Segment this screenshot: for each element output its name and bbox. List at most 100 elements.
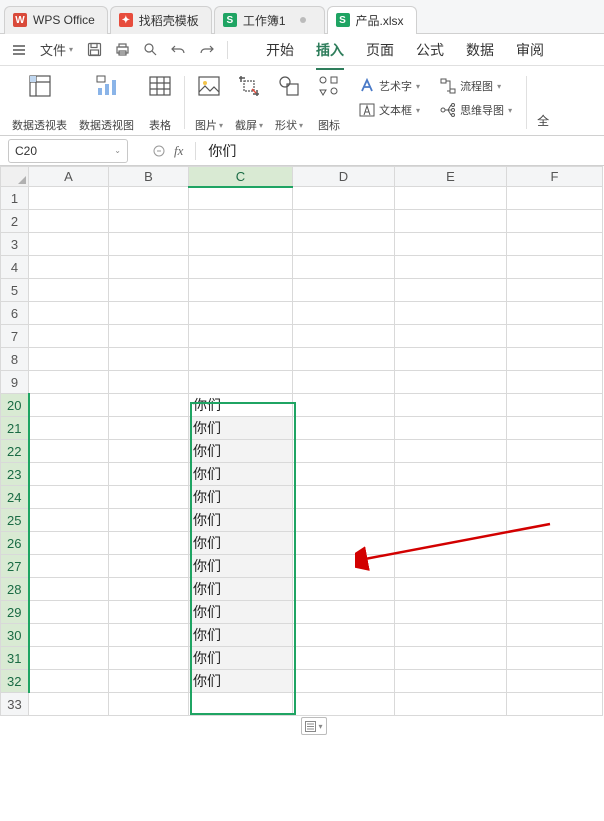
cell-C22[interactable]: 你们 bbox=[189, 440, 293, 463]
undo-button[interactable] bbox=[165, 37, 191, 63]
menu-icon[interactable] bbox=[6, 37, 32, 63]
cell-A31[interactable] bbox=[29, 647, 109, 670]
cell-B3[interactable] bbox=[109, 233, 189, 256]
cell-B28[interactable] bbox=[109, 578, 189, 601]
cell-B31[interactable] bbox=[109, 647, 189, 670]
cell-F20[interactable] bbox=[507, 394, 603, 417]
row-header-25[interactable]: 25 bbox=[1, 509, 29, 532]
screenshot-button[interactable]: 截屏▾ bbox=[229, 70, 269, 135]
ribbon-tab-review[interactable]: 审阅 bbox=[516, 36, 544, 64]
cell-A5[interactable] bbox=[29, 279, 109, 302]
row-header-1[interactable]: 1 bbox=[1, 187, 29, 210]
row-header-22[interactable]: 22 bbox=[1, 440, 29, 463]
cell-D27[interactable] bbox=[293, 555, 395, 578]
cell-A4[interactable] bbox=[29, 256, 109, 279]
cell-F21[interactable] bbox=[507, 417, 603, 440]
cell-C7[interactable] bbox=[189, 325, 293, 348]
column-header-E[interactable]: E bbox=[395, 167, 507, 187]
cell-C6[interactable] bbox=[189, 302, 293, 325]
cell-E25[interactable] bbox=[395, 509, 507, 532]
formula-bar-value[interactable]: 你们 bbox=[208, 141, 236, 161]
cell-A30[interactable] bbox=[29, 624, 109, 647]
row-header-30[interactable]: 30 bbox=[1, 624, 29, 647]
cell-F26[interactable] bbox=[507, 532, 603, 555]
print-button[interactable] bbox=[109, 37, 135, 63]
cell-C30[interactable]: 你们 bbox=[189, 624, 293, 647]
cell-E3[interactable] bbox=[395, 233, 507, 256]
cell-F6[interactable] bbox=[507, 302, 603, 325]
cell-C4[interactable] bbox=[189, 256, 293, 279]
cell-B1[interactable] bbox=[109, 187, 189, 210]
cell-A33[interactable] bbox=[29, 693, 109, 716]
cell-B29[interactable] bbox=[109, 601, 189, 624]
cell-B5[interactable] bbox=[109, 279, 189, 302]
cell-A25[interactable] bbox=[29, 509, 109, 532]
cell-D31[interactable] bbox=[293, 647, 395, 670]
cell-E32[interactable] bbox=[395, 670, 507, 693]
cell-E6[interactable] bbox=[395, 302, 507, 325]
cell-B27[interactable] bbox=[109, 555, 189, 578]
cell-F27[interactable] bbox=[507, 555, 603, 578]
cell-F1[interactable] bbox=[507, 187, 603, 210]
cell-A29[interactable] bbox=[29, 601, 109, 624]
ribbon-tab-formula[interactable]: 公式 bbox=[416, 36, 444, 64]
cell-A32[interactable] bbox=[29, 670, 109, 693]
all-label[interactable]: 全 bbox=[537, 112, 549, 129]
cell-D3[interactable] bbox=[293, 233, 395, 256]
row-header-3[interactable]: 3 bbox=[1, 233, 29, 256]
cell-C29[interactable]: 你们 bbox=[189, 601, 293, 624]
row-header-33[interactable]: 33 bbox=[1, 693, 29, 716]
cell-B25[interactable] bbox=[109, 509, 189, 532]
cell-E21[interactable] bbox=[395, 417, 507, 440]
cell-A1[interactable] bbox=[29, 187, 109, 210]
cell-B30[interactable] bbox=[109, 624, 189, 647]
textbox-button[interactable]: 文本框▾ bbox=[355, 100, 424, 120]
cell-C2[interactable] bbox=[189, 210, 293, 233]
tab-docer-template[interactable]: ✦ 找稻壳模板 bbox=[110, 6, 212, 34]
row-header-5[interactable]: 5 bbox=[1, 279, 29, 302]
cell-E20[interactable] bbox=[395, 394, 507, 417]
cell-A23[interactable] bbox=[29, 463, 109, 486]
cell-F22[interactable] bbox=[507, 440, 603, 463]
cell-B2[interactable] bbox=[109, 210, 189, 233]
cell-D28[interactable] bbox=[293, 578, 395, 601]
row-header-27[interactable]: 27 bbox=[1, 555, 29, 578]
cell-E31[interactable] bbox=[395, 647, 507, 670]
table-button[interactable]: 表格 bbox=[140, 70, 180, 135]
tab-product-xlsx[interactable]: S 产品.xlsx bbox=[327, 6, 417, 34]
column-header-D[interactable]: D bbox=[293, 167, 395, 187]
row-header-24[interactable]: 24 bbox=[1, 486, 29, 509]
row-header-29[interactable]: 29 bbox=[1, 601, 29, 624]
cell-A26[interactable] bbox=[29, 532, 109, 555]
cell-B21[interactable] bbox=[109, 417, 189, 440]
cell-C31[interactable]: 你们 bbox=[189, 647, 293, 670]
cell-E27[interactable] bbox=[395, 555, 507, 578]
cell-E30[interactable] bbox=[395, 624, 507, 647]
cell-B9[interactable] bbox=[109, 371, 189, 394]
cell-D22[interactable] bbox=[293, 440, 395, 463]
cell-F2[interactable] bbox=[507, 210, 603, 233]
cell-D26[interactable] bbox=[293, 532, 395, 555]
cell-E5[interactable] bbox=[395, 279, 507, 302]
redo-button[interactable] bbox=[193, 37, 219, 63]
cell-A9[interactable] bbox=[29, 371, 109, 394]
cell-D32[interactable] bbox=[293, 670, 395, 693]
cell-C21[interactable]: 你们 bbox=[189, 417, 293, 440]
cell-A8[interactable] bbox=[29, 348, 109, 371]
cell-E24[interactable] bbox=[395, 486, 507, 509]
row-header-31[interactable]: 31 bbox=[1, 647, 29, 670]
row-header-26[interactable]: 26 bbox=[1, 532, 29, 555]
cell-C26[interactable]: 你们 bbox=[189, 532, 293, 555]
ribbon-tab-page[interactable]: 页面 bbox=[366, 36, 394, 64]
cell-F7[interactable] bbox=[507, 325, 603, 348]
cell-B32[interactable] bbox=[109, 670, 189, 693]
column-header-A[interactable]: A bbox=[29, 167, 109, 187]
flowchart-button[interactable]: 流程图▾ bbox=[436, 76, 516, 96]
cell-B20[interactable] bbox=[109, 394, 189, 417]
picture-button[interactable]: 图片▾ bbox=[189, 70, 229, 135]
row-header-6[interactable]: 6 bbox=[1, 302, 29, 325]
cell-C20[interactable]: 你们 bbox=[189, 394, 293, 417]
preview-button[interactable] bbox=[137, 37, 163, 63]
cell-F25[interactable] bbox=[507, 509, 603, 532]
cell-D8[interactable] bbox=[293, 348, 395, 371]
